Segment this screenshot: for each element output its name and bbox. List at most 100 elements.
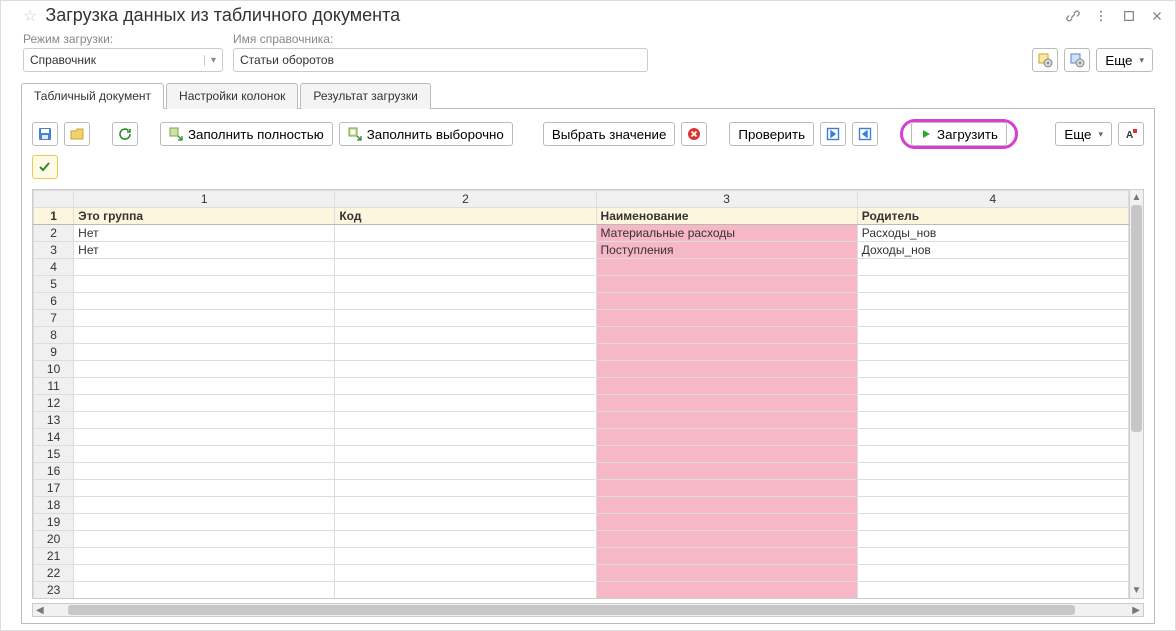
clear-button[interactable] — [681, 122, 707, 146]
grid-cell[interactable] — [596, 327, 857, 344]
grid-cell[interactable] — [857, 412, 1128, 429]
row-number[interactable]: 9 — [34, 344, 74, 361]
grid-cell[interactable]: Доходы_нов — [857, 242, 1128, 259]
grid-cell[interactable] — [74, 548, 335, 565]
corner-cell[interactable] — [34, 191, 74, 208]
grid-cell[interactable]: Нет — [74, 242, 335, 259]
row-number[interactable]: 15 — [34, 446, 74, 463]
row-number[interactable]: 4 — [34, 259, 74, 276]
grid-cell[interactable] — [74, 429, 335, 446]
select-value-button[interactable]: Выбрать значение — [543, 122, 676, 146]
catalog-name-input[interactable]: Статьи оборотов — [233, 48, 648, 72]
grid-cell[interactable] — [335, 514, 596, 531]
grid-cell[interactable] — [335, 446, 596, 463]
grid-cell[interactable] — [857, 480, 1128, 497]
row-number[interactable]: 22 — [34, 565, 74, 582]
horizontal-scrollbar[interactable]: ◀ ▶ — [32, 603, 1144, 617]
grid-cell[interactable] — [857, 531, 1128, 548]
col-header-1[interactable]: 1 — [74, 191, 335, 208]
grid-cell[interactable] — [857, 327, 1128, 344]
grid-cell[interactable] — [596, 412, 857, 429]
field-header-cell[interactable]: Наименование — [596, 208, 857, 225]
grid-cell[interactable] — [596, 497, 857, 514]
grid-cell[interactable] — [857, 446, 1128, 463]
grid-cell[interactable] — [596, 446, 857, 463]
row-number[interactable]: 2 — [34, 225, 74, 242]
grid-cell[interactable] — [596, 344, 857, 361]
grid-cell[interactable] — [596, 276, 857, 293]
grid-cell[interactable] — [335, 293, 596, 310]
grid-cell[interactable] — [74, 378, 335, 395]
grid-cell[interactable] — [335, 412, 596, 429]
settings-button-2[interactable] — [1064, 48, 1090, 72]
row-number[interactable]: 18 — [34, 497, 74, 514]
load-button[interactable]: Загрузить — [911, 122, 1007, 146]
scroll-left-icon[interactable]: ◀ — [33, 605, 47, 616]
grid-cell[interactable] — [74, 327, 335, 344]
grid-cell[interactable] — [857, 514, 1128, 531]
grid-cell[interactable] — [74, 361, 335, 378]
grid-cell[interactable] — [857, 395, 1128, 412]
kebab-menu-icon[interactable] — [1093, 8, 1109, 24]
col-header-4[interactable]: 4 — [857, 191, 1128, 208]
grid-cell[interactable] — [596, 514, 857, 531]
grid-cell[interactable]: Нет — [74, 225, 335, 242]
row-number[interactable]: 16 — [34, 463, 74, 480]
grid-cell[interactable] — [857, 565, 1128, 582]
grid-cell[interactable] — [857, 429, 1128, 446]
row-number[interactable]: 12 — [34, 395, 74, 412]
row-number[interactable]: 8 — [34, 327, 74, 344]
grid-cell[interactable] — [74, 412, 335, 429]
close-icon[interactable] — [1149, 8, 1165, 24]
grid-cell[interactable] — [596, 310, 857, 327]
check-all-button[interactable] — [32, 155, 58, 179]
grid-cell[interactable] — [335, 463, 596, 480]
grid-cell[interactable] — [74, 344, 335, 361]
grid-cell[interactable] — [335, 225, 596, 242]
grid-cell[interactable] — [74, 463, 335, 480]
grid-cell[interactable] — [335, 531, 596, 548]
row-number[interactable]: 13 — [34, 412, 74, 429]
more-button-top[interactable]: Еще ▾ — [1096, 48, 1153, 72]
tab-result[interactable]: Результат загрузки — [300, 83, 430, 109]
row-number[interactable]: 6 — [34, 293, 74, 310]
grid-cell[interactable] — [596, 463, 857, 480]
maximize-icon[interactable] — [1121, 8, 1137, 24]
grid-cell[interactable] — [596, 293, 857, 310]
grid-cell[interactable] — [74, 497, 335, 514]
row-number[interactable]: 14 — [34, 429, 74, 446]
grid-cell[interactable] — [335, 344, 596, 361]
grid-cell[interactable] — [857, 361, 1128, 378]
grid-cell[interactable] — [596, 531, 857, 548]
col-header-3[interactable]: 3 — [596, 191, 857, 208]
grid-cell[interactable] — [335, 429, 596, 446]
grid-cell[interactable] — [857, 497, 1128, 514]
font-color-button[interactable]: A — [1118, 122, 1144, 146]
link-icon[interactable] — [1065, 8, 1081, 24]
favorite-star-icon[interactable]: ☆ — [23, 6, 37, 26]
grid-cell[interactable] — [857, 293, 1128, 310]
grid-cell[interactable] — [335, 259, 596, 276]
grid-cell[interactable] — [857, 259, 1128, 276]
grid-cell[interactable] — [596, 565, 857, 582]
grid-cell[interactable] — [74, 446, 335, 463]
grid-cell[interactable] — [857, 310, 1128, 327]
grid-cell[interactable] — [596, 395, 857, 412]
grid-cell[interactable] — [335, 276, 596, 293]
row-number[interactable]: 5 — [34, 276, 74, 293]
row-number[interactable]: 1 — [34, 208, 74, 225]
grid-cell[interactable] — [335, 497, 596, 514]
open-button[interactable] — [64, 122, 90, 146]
field-header-cell[interactable]: Это группа — [74, 208, 335, 225]
row-number[interactable]: 3 — [34, 242, 74, 259]
field-header-cell[interactable]: Родитель — [857, 208, 1128, 225]
prev-error-button[interactable] — [852, 122, 878, 146]
fill-selective-button[interactable]: Заполнить выборочно — [339, 122, 513, 146]
grid-cell[interactable] — [74, 276, 335, 293]
grid-cell[interactable] — [74, 531, 335, 548]
grid-cell[interactable]: Поступления — [596, 242, 857, 259]
horizontal-scroll-thumb[interactable] — [68, 605, 1075, 615]
grid-cell[interactable] — [74, 582, 335, 599]
vertical-scrollbar[interactable]: ▲ ▼ — [1130, 189, 1144, 599]
col-header-2[interactable]: 2 — [335, 191, 596, 208]
